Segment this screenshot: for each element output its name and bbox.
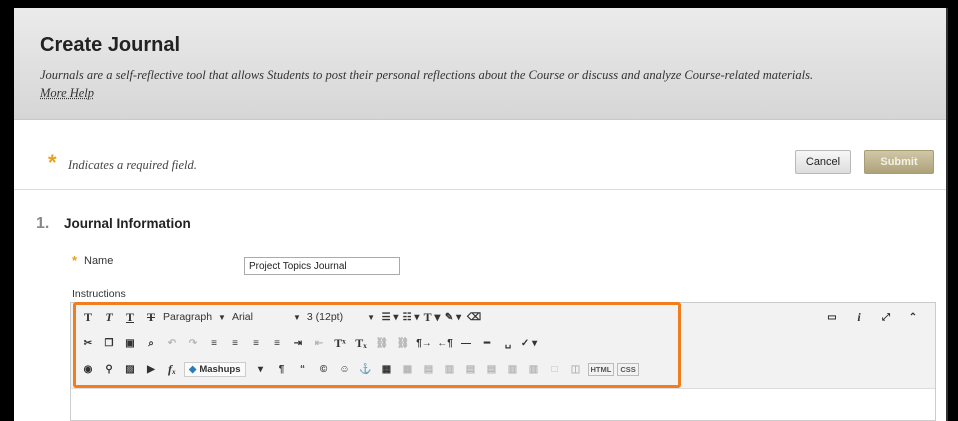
preview-icon[interactable]: ▭ (823, 307, 841, 327)
name-required-icon: * (72, 253, 78, 268)
page-title: Create Journal (40, 34, 181, 56)
required-star-icon: * (48, 150, 57, 175)
collapse-toolbar-icon[interactable]: ⌃ (904, 307, 922, 327)
info-icon[interactable]: i (850, 307, 868, 327)
toolbar-highlight-box (73, 302, 681, 388)
page-description: Journals are a self-reflective tool that… (40, 68, 814, 82)
toolbar-right-icons: ▭ i ⤢ ⌃ (817, 307, 925, 327)
instructions-editor[interactable]: T T T T Paragraph ▼ Arial ▼ 3 (12pt) ▼ ☰ ▾ … (70, 302, 936, 421)
instructions-label: Instructions (72, 288, 126, 300)
fullscreen-icon[interactable]: ⤢ (877, 307, 895, 327)
cancel-button[interactable]: Cancel (795, 150, 851, 174)
name-input[interactable] (244, 257, 400, 275)
more-help-link[interactable]: More Help (40, 86, 94, 101)
required-note: Indicates a required field. (68, 158, 197, 172)
name-label: Name (84, 255, 114, 267)
journal-frame: Create Journal Journals are a self-refle… (14, 8, 948, 421)
page-header: Create Journal Journals are a self-refle… (14, 8, 946, 120)
required-bar: * Indicates a required field. Cancel Sub… (14, 138, 946, 190)
section-title: Journal Information (64, 216, 191, 231)
section-number: 1. (36, 215, 50, 232)
submit-button[interactable]: Submit (864, 150, 934, 174)
